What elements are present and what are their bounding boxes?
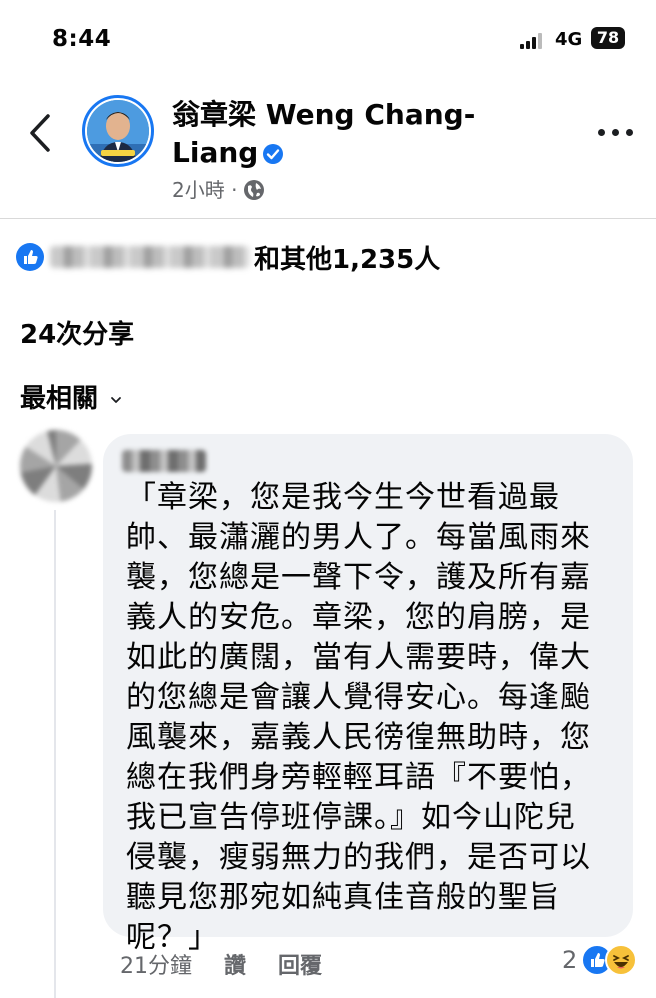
comment-sort-dropdown[interactable]: 最相關	[20, 378, 122, 415]
author-name-text[interactable]: 翁章梁 Weng Chang-Liang	[172, 98, 475, 169]
more-options-button[interactable]	[598, 129, 634, 139]
network-type: 4G	[555, 29, 583, 50]
more-dot-icon	[612, 129, 619, 136]
commenter-name-redacted[interactable]	[122, 450, 206, 472]
more-dot-icon	[626, 129, 633, 136]
author-avatar[interactable]	[87, 100, 149, 162]
post-timestamp[interactable]: 2小時	[172, 178, 225, 202]
thread-line	[54, 510, 56, 998]
comment-time[interactable]: 21分鐘	[120, 948, 192, 980]
share-count[interactable]: 24次分享	[20, 314, 134, 351]
comment-reaction-count: 2	[562, 946, 578, 974]
reactions-summary-text: 和其他1,235人	[254, 244, 441, 275]
chevron-left-icon	[30, 114, 50, 152]
status-time: 8:44	[52, 26, 112, 52]
globe-icon	[244, 180, 265, 200]
author-name[interactable]: 翁章梁 Weng Chang-Liang	[172, 96, 502, 172]
author-photo	[87, 100, 149, 162]
battery-level: 78	[591, 27, 625, 49]
sort-label: 最相關	[20, 384, 99, 414]
back-button[interactable]	[26, 108, 56, 158]
comment-reactions[interactable]: 2	[562, 944, 638, 976]
commenter-avatar[interactable]	[20, 430, 92, 502]
like-icon	[16, 243, 44, 271]
meta-separator: ·	[231, 178, 238, 202]
comment-actions: 21分鐘 讚 回覆	[120, 948, 322, 980]
more-dot-icon	[598, 129, 605, 136]
header-divider	[0, 218, 656, 219]
chevron-down-icon	[111, 396, 121, 403]
reactor-name-redacted	[50, 246, 250, 268]
haha-icon	[605, 944, 638, 976]
cellular-signal-icon	[520, 33, 546, 49]
post-meta: 2小時 ·	[172, 174, 265, 203]
comment-like-button[interactable]: 讚	[224, 948, 246, 980]
reactions-summary[interactable]: 和其他1,235人	[16, 238, 440, 276]
comment-reply-button[interactable]: 回覆	[278, 948, 322, 980]
comment-text: 「章梁，您是我今生今世看過最 帥、最瀟灑的男人了。每當風雨來 襲，您總是一聲下令…	[126, 480, 591, 955]
verified-badge-icon	[263, 144, 284, 164]
